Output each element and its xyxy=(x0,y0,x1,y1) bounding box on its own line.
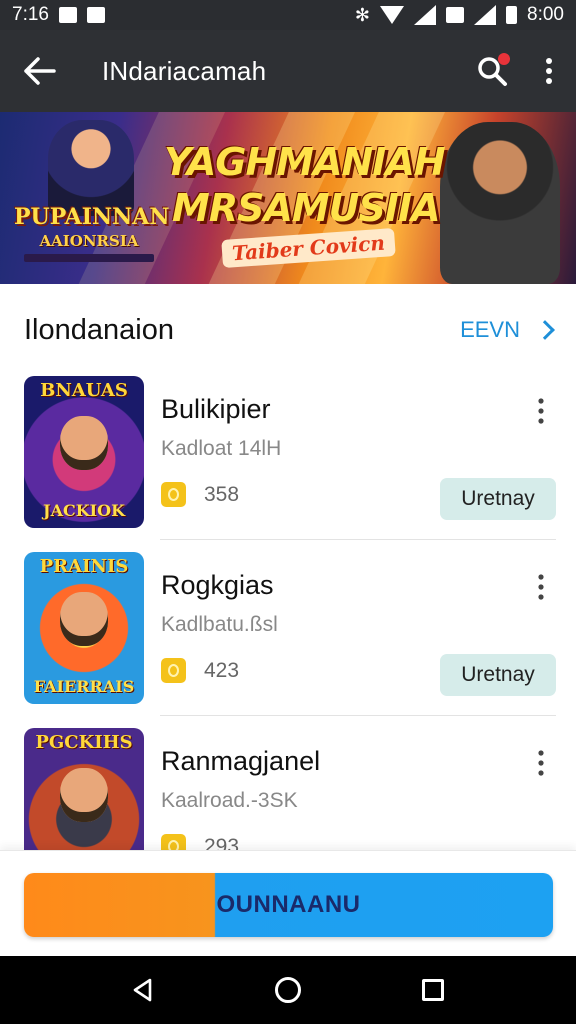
banner-left-subtitle: AAIONRSIA xyxy=(39,232,139,250)
app-bar: INdariacamah xyxy=(0,30,576,112)
thumbnail-title: PGCKIHS xyxy=(35,732,133,753)
circle-home-icon xyxy=(274,977,301,1003)
status-clock: 8:00 xyxy=(527,4,564,25)
app-subtitle: Kaalroad.-3SK xyxy=(161,789,298,812)
square-recents-icon xyxy=(422,979,445,1001)
overflow-menu-button[interactable] xyxy=(522,41,576,101)
install-button[interactable]: Uretnay xyxy=(440,478,556,520)
list-item[interactable]: PRAINIS FAIERRAIS Rogkgias Kadlbatu.ßsl … xyxy=(0,540,576,716)
nav-home-button[interactable] xyxy=(268,970,308,1010)
thumbnail-caption: FAIERRAIS xyxy=(33,677,135,696)
app-name: Bulikipier xyxy=(161,394,271,424)
app-thumbnail: BNAUAS JACKIOK xyxy=(24,376,144,528)
rating: 423 xyxy=(161,658,239,683)
thumbnail-title: PRAINIS xyxy=(39,556,129,577)
more-vert-icon xyxy=(546,58,552,84)
more-vert-icon xyxy=(538,574,544,600)
promo-banner[interactable]: PUPAINNAN AAIONRSIA YAGHMANIAH MRSAMUSII… xyxy=(0,112,576,284)
install-button[interactable]: Uretnay xyxy=(440,654,556,696)
status-bar: 7:16 ✻ 8:00 xyxy=(0,0,576,30)
notification-dot xyxy=(498,53,510,65)
app-subtitle: Kadloat 14lH xyxy=(161,437,282,460)
primary-cta-button[interactable]: OUNNAANU xyxy=(24,873,553,937)
signal-icon-2 xyxy=(474,5,497,25)
bluetooth-icon: ✻ xyxy=(354,4,371,25)
list-item[interactable]: BNAUAS JACKIOK Bulikipier Kadloat 14lH 3… xyxy=(0,364,576,540)
section-header: Ilondanaion EEVN xyxy=(0,300,576,360)
see-all-link[interactable]: EEVN xyxy=(460,317,555,343)
rating: 358 xyxy=(161,482,239,507)
chevron-right-icon xyxy=(535,320,555,340)
rating-value: 358 xyxy=(204,482,240,506)
section-title: Ilondanaion xyxy=(24,313,174,346)
thumbnail-title: BNAUAS xyxy=(40,380,128,401)
app-list: BNAUAS JACKIOK Bulikipier Kadloat 14lH 3… xyxy=(0,364,576,892)
app-thumbnail: PRAINIS FAIERRAIS xyxy=(24,552,144,704)
more-vert-icon xyxy=(538,398,544,424)
item-more-button[interactable] xyxy=(526,394,556,428)
coin-icon xyxy=(161,482,186,507)
item-more-button[interactable] xyxy=(526,570,556,604)
back-button[interactable] xyxy=(0,30,80,112)
app-title: INdariacamah xyxy=(102,55,267,86)
banner-headline-2: MRSAMUSIIA xyxy=(172,186,441,230)
thumbnail-caption: JACKIOK xyxy=(43,501,125,520)
banner-hero-right xyxy=(440,122,560,284)
banner-headline-1: YAGHMANIAH xyxy=(164,140,446,184)
status-time: 7:16 xyxy=(12,4,49,25)
image-notification-icon xyxy=(86,7,105,23)
signal-icon xyxy=(414,5,437,25)
app-name: Rogkgias xyxy=(161,570,274,600)
rating-value: 423 xyxy=(204,658,240,682)
app-name: Ranmagjanel xyxy=(161,746,321,776)
arrow-left-icon xyxy=(24,57,56,85)
bottom-action-panel: OUNNAANU xyxy=(0,850,576,956)
app-subtitle: Kadlbatu.ßsl xyxy=(161,613,278,636)
see-all-label: EEVN xyxy=(460,317,520,342)
more-vert-icon xyxy=(538,750,544,776)
nav-back-button[interactable] xyxy=(123,970,163,1010)
search-button[interactable] xyxy=(462,41,522,101)
banner-hero-left xyxy=(48,120,134,216)
wifi-icon xyxy=(380,6,405,24)
triangle-back-icon xyxy=(133,978,151,1002)
data-icon xyxy=(446,7,465,23)
coin-icon xyxy=(161,658,186,683)
battery-icon xyxy=(506,6,518,24)
item-more-button[interactable] xyxy=(526,746,556,780)
nav-recents-button[interactable] xyxy=(413,970,453,1010)
notification-icon xyxy=(58,7,77,23)
system-nav-bar xyxy=(0,956,576,1024)
banner-left-title: PUPAINNAN xyxy=(14,204,170,230)
